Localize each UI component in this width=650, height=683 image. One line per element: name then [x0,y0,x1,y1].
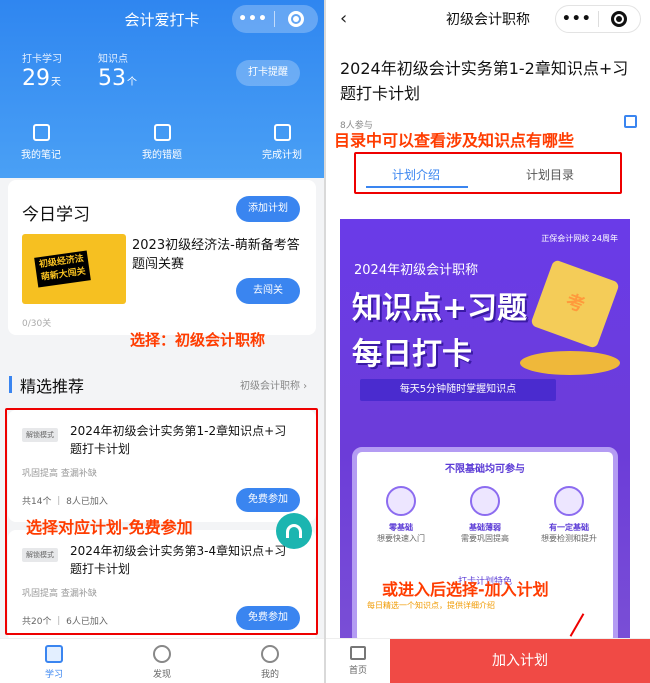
annotation-catalog: 目录中可以查看涉及知识点有哪些 [334,131,575,150]
tab-mine[interactable]: 我的 [240,645,300,680]
section-marker [9,376,12,393]
tab-label: 学习 [44,670,63,680]
feature-zero-basis: 零基础 想要快速入门 [363,486,439,544]
poster-year-title: 2024年初级会计职称 [354,263,479,278]
quick-link-notes[interactable]: 我的笔记 [6,124,76,161]
feature-weak-basis: 基础薄弱需要巩固提高 [447,486,523,544]
close-target-icon[interactable] [275,11,317,27]
checklist-icon [273,124,291,141]
mini-program-capsule[interactable]: ••• [232,5,318,33]
stat-unit: 天 [51,77,61,88]
feature-some-basis: 有一定基础想要检测和提升 [531,486,607,544]
go-challenge-button[interactable]: 去闯关 [236,278,300,304]
mini-program-capsule[interactable]: ••• [555,5,641,33]
right-screen: ‹ 初级会计职称 ••• 2024年初级会计实务第1-2章知识点+习题打卡计划 … [326,0,650,683]
header-banner: 会计爱打卡 ••• 打卡学习 29天 知识点 53个 打卡提醒 我的笔记 我的错… [0,0,324,178]
study-icon [45,645,63,663]
progress-text: 0/30关 [22,319,52,329]
category-filter-link[interactable]: 初级会计职称 › [240,377,307,392]
tab-study[interactable]: 学习 [24,645,84,680]
share-icon[interactable] [624,115,637,128]
stat-unit: 个 [127,77,137,88]
section-heading: 精选推荐 [20,377,85,396]
feature-icon [386,486,416,516]
quick-link-mistakes[interactable]: 我的错题 [127,124,197,161]
stat-value-days: 29天 [22,66,61,91]
tab-discover[interactable]: 发现 [132,645,192,680]
nav-bar: ‹ 初级会计职称 ••• [326,0,650,40]
highlight-box [354,152,622,194]
course-cover-image[interactable]: 初级经济法 萌新大闯关 [22,234,126,304]
stat-label-days: 打卡学习 [22,54,62,65]
compass-icon [153,645,171,663]
annotation-select: 选择：初级会计职称 [130,331,266,349]
customer-service-button[interactable] [276,513,312,549]
remind-button[interactable]: 打卡提醒 [236,60,300,86]
home-button[interactable]: 首页 [338,646,378,676]
join-plan-button[interactable]: 加入计划 [390,639,650,683]
quick-link-completed[interactable]: 完成计划 [247,124,317,161]
quick-link-label: 我的笔记 [21,150,61,161]
bottom-action-bar: 首页 加入计划 [326,638,650,683]
today-study-card: 今日学习 添加计划 初级经济法 萌新大闯关 2023初级经济法-萌新备考答题闯关赛… [8,180,316,335]
home-icon [350,646,366,660]
feature-desc: 需要巩固提高 [461,534,509,543]
feature-title: 基础薄弱 [469,523,501,532]
today-heading: 今日学习 [22,205,90,225]
poster-headline: 每日打卡 [352,337,472,372]
brand-logo: 正保会计网校 24周年 [541,234,618,243]
stat-number: 53 [98,66,126,91]
home-label: 首页 [348,666,367,676]
left-screen: 会计爱打卡 ••• 打卡学习 29天 知识点 53个 打卡提醒 我的笔记 我的错… [0,0,324,683]
exam-cube-graphic: 考 [530,259,620,349]
course-title[interactable]: 2023初级经济法-萌新备考答题闯关赛 [132,236,302,274]
cover-text: 初级经济法 萌新大闯关 [34,250,91,288]
bottom-tabbar: 学习 发现 我的 [0,638,324,683]
plan-title: 2024年初级会计实务第1-2章知识点+习题打卡计划 [340,59,629,103]
more-icon[interactable]: ••• [556,11,598,27]
card-heading: 不限基础均可参与 [445,464,525,475]
close-target-icon[interactable] [598,11,640,27]
feature-title: 零基础 [389,523,413,532]
feature-icon [470,486,500,516]
notes-icon [32,124,50,141]
annotation-join: 选择对应计划-免费参加 [26,518,193,537]
quick-link-label: 我的错题 [142,150,182,161]
headset-icon [286,524,302,538]
more-icon[interactable]: ••• [232,11,274,27]
poster-headline: 知识点+习题 [352,291,528,326]
stat-label-points: 知识点 [98,54,128,65]
card-feature-line: 每日精选一个知识点，提供详细介绍 [367,601,495,610]
feature-title: 有一定基础 [549,523,589,532]
tab-label: 发现 [152,670,171,680]
feature-icon [554,486,584,516]
quick-link-label: 完成计划 [262,150,302,161]
poster-subtitle: 每天5分钟随时掌握知识点 [360,379,556,401]
mistakes-icon [153,124,171,141]
add-plan-button[interactable]: 添加计划 [236,196,300,222]
tab-label: 我的 [260,670,279,680]
annotation-enter: 或进入后选择-加入计划 [382,580,549,599]
user-icon [261,645,279,663]
pedestal-graphic [520,351,620,375]
feature-desc: 想要检测和提升 [541,534,597,543]
stat-number: 29 [22,66,50,91]
stat-value-points: 53个 [98,66,137,91]
featured-section-header: 精选推荐 初级会计职称 › [0,364,324,404]
eligibility-card: 不限基础均可参与 零基础想要快速入门 基础薄弱需要巩固提高 有一定基础想要检测和… [352,447,618,644]
feature-desc: 想要快速入门 [377,534,425,543]
